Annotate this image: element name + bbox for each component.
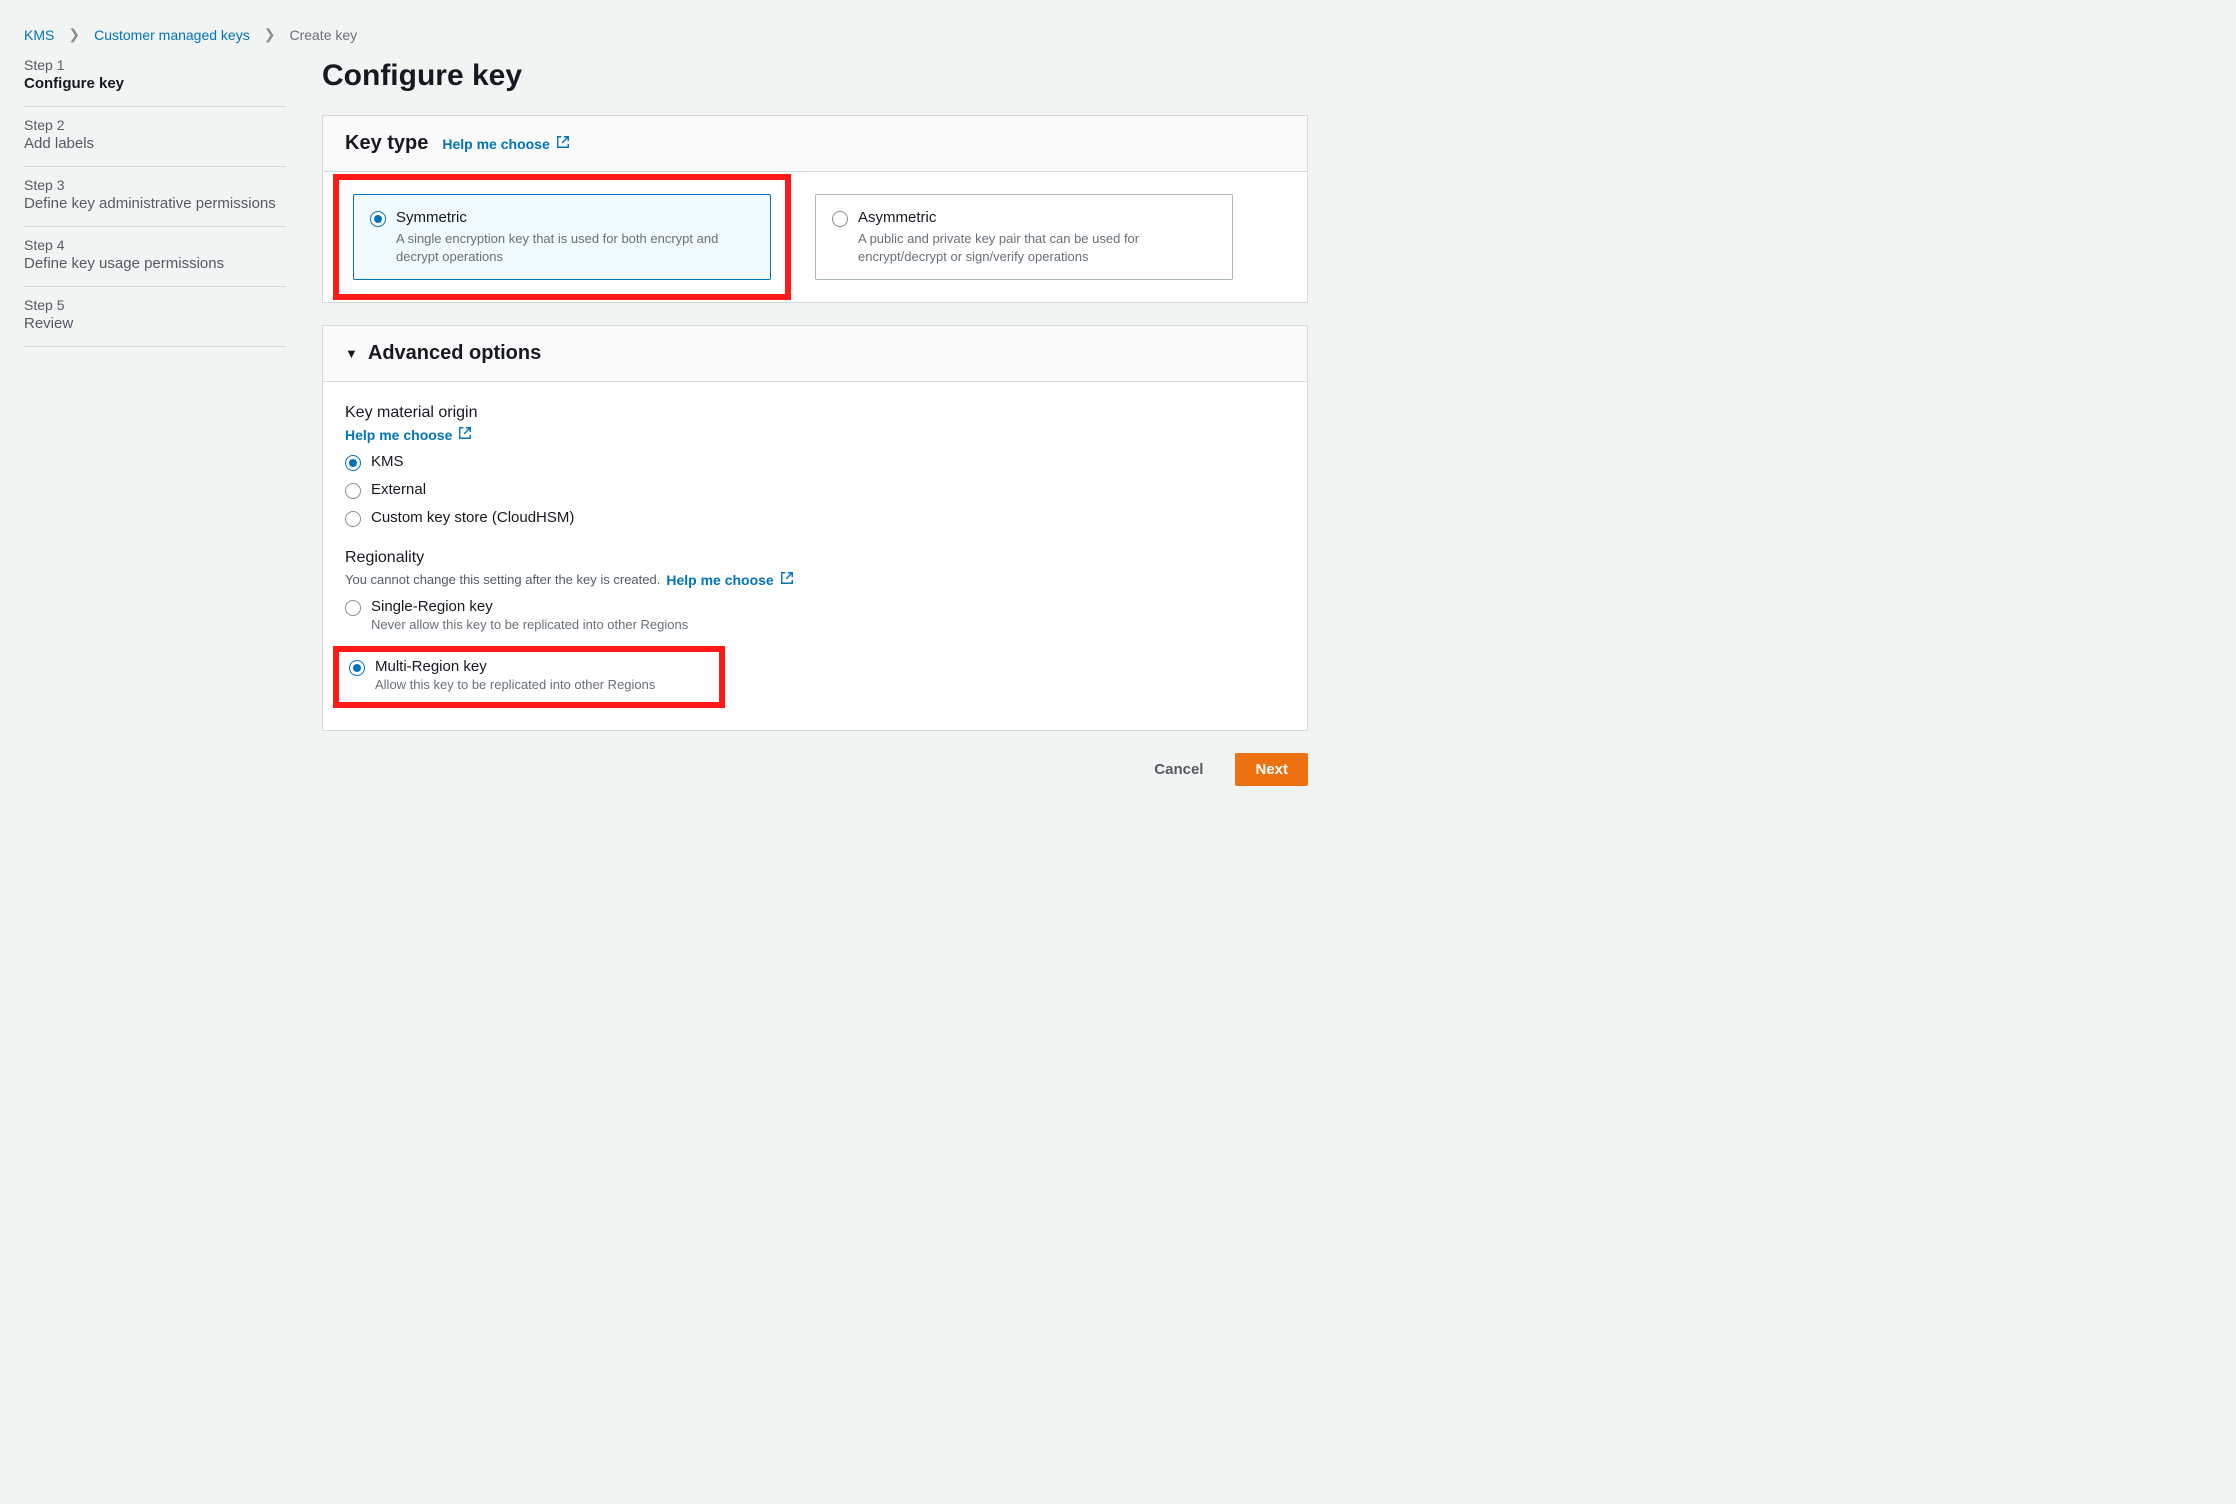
breadcrumb-kms[interactable]: KMS (24, 27, 54, 43)
wizard-footer: Cancel Next (322, 753, 1308, 786)
external-link-icon (458, 426, 472, 443)
radio-icon (832, 211, 848, 227)
step-title: Configure key (24, 75, 286, 92)
breadcrumb: KMS ❯ Customer managed keys ❯ Create key (24, 20, 1308, 57)
option-label: Custom key store (CloudHSM) (371, 509, 574, 526)
kmo-kms[interactable]: KMS (345, 453, 1285, 471)
step-title: Review (24, 315, 286, 332)
external-link-icon (780, 571, 794, 588)
panel-title: Advanced options (368, 342, 541, 365)
chevron-right-icon: ❯ (68, 26, 80, 43)
wizard-sidebar: Step 1 Configure key Step 2 Add labels S… (24, 57, 286, 347)
radio-icon (349, 660, 365, 676)
sidebar-step-1[interactable]: Step 1 Configure key (24, 57, 286, 107)
radio-icon (345, 600, 361, 616)
option-label: Asymmetric (858, 209, 1216, 226)
page-title: Configure key (322, 59, 1308, 93)
chevron-right-icon: ❯ (264, 26, 276, 43)
breadcrumb-current: Create key (289, 27, 357, 43)
option-label: Single-Region key (371, 598, 688, 615)
external-link-icon (556, 135, 570, 152)
help-link-text: Help me choose (666, 572, 773, 588)
help-me-choose-link[interactable]: Help me choose (442, 135, 569, 152)
help-link-text: Help me choose (442, 136, 549, 152)
step-title: Define key usage permissions (24, 255, 286, 272)
key-material-origin-section: Key material origin Help me choose KMS (345, 404, 1285, 527)
step-number: Step 3 (24, 177, 286, 193)
option-label: Multi-Region key (375, 658, 655, 675)
option-label: External (371, 481, 426, 498)
key-type-panel: Key type Help me choose (322, 115, 1308, 303)
regionality-note: You cannot change this setting after the… (345, 572, 660, 587)
panel-header: Key type Help me choose (323, 116, 1307, 172)
highlight-symmetric: Symmetric A single encryption key that i… (333, 174, 791, 300)
step-number: Step 2 (24, 117, 286, 133)
step-title: Define key administrative permissions (24, 195, 286, 212)
option-label: Symmetric (396, 209, 754, 226)
option-label: KMS (371, 453, 404, 470)
key-type-asymmetric[interactable]: Asymmetric A public and private key pair… (815, 194, 1233, 280)
step-number: Step 4 (24, 237, 286, 253)
key-type-symmetric[interactable]: Symmetric A single encryption key that i… (353, 194, 771, 280)
section-title: Regionality (345, 549, 1285, 567)
option-desc: Never allow this key to be replicated in… (371, 617, 688, 632)
main-content: Configure key Key type Help me choose (322, 57, 1308, 786)
section-title: Key material origin (345, 404, 1285, 422)
step-number: Step 1 (24, 57, 286, 73)
radio-icon (345, 455, 361, 471)
regionality-single[interactable]: Single-Region key Never allow this key t… (345, 598, 1285, 632)
advanced-options-panel: ▼ Advanced options Key material origin H… (322, 325, 1308, 731)
sidebar-step-2[interactable]: Step 2 Add labels (24, 107, 286, 167)
option-desc: Allow this key to be replicated into oth… (375, 677, 655, 692)
highlight-multi-region: Multi-Region key Allow this key to be re… (333, 646, 725, 708)
next-button[interactable]: Next (1235, 753, 1308, 786)
panel-title: Key type (345, 132, 428, 155)
help-me-choose-link[interactable]: Help me choose (666, 571, 793, 588)
step-title: Add labels (24, 135, 286, 152)
option-desc: A public and private key pair that can b… (858, 230, 1216, 265)
cancel-button[interactable]: Cancel (1134, 753, 1223, 786)
step-number: Step 5 (24, 297, 286, 313)
caret-down-icon: ▼ (345, 346, 358, 361)
advanced-options-toggle[interactable]: ▼ Advanced options (323, 326, 1307, 382)
option-desc: A single encryption key that is used for… (396, 230, 754, 265)
radio-icon (370, 211, 386, 227)
kmo-external[interactable]: External (345, 481, 1285, 499)
help-me-choose-link[interactable]: Help me choose (345, 426, 472, 443)
regionality-multi[interactable]: Multi-Region key Allow this key to be re… (349, 658, 705, 692)
sidebar-step-5[interactable]: Step 5 Review (24, 287, 286, 347)
breadcrumb-customer-keys[interactable]: Customer managed keys (94, 27, 250, 43)
radio-icon (345, 511, 361, 527)
sidebar-step-4[interactable]: Step 4 Define key usage permissions (24, 227, 286, 287)
sidebar-step-3[interactable]: Step 3 Define key administrative permiss… (24, 167, 286, 227)
radio-icon (345, 483, 361, 499)
regionality-section: Regionality You cannot change this setti… (345, 549, 1285, 708)
help-link-text: Help me choose (345, 427, 452, 443)
kmo-custom[interactable]: Custom key store (CloudHSM) (345, 509, 1285, 527)
